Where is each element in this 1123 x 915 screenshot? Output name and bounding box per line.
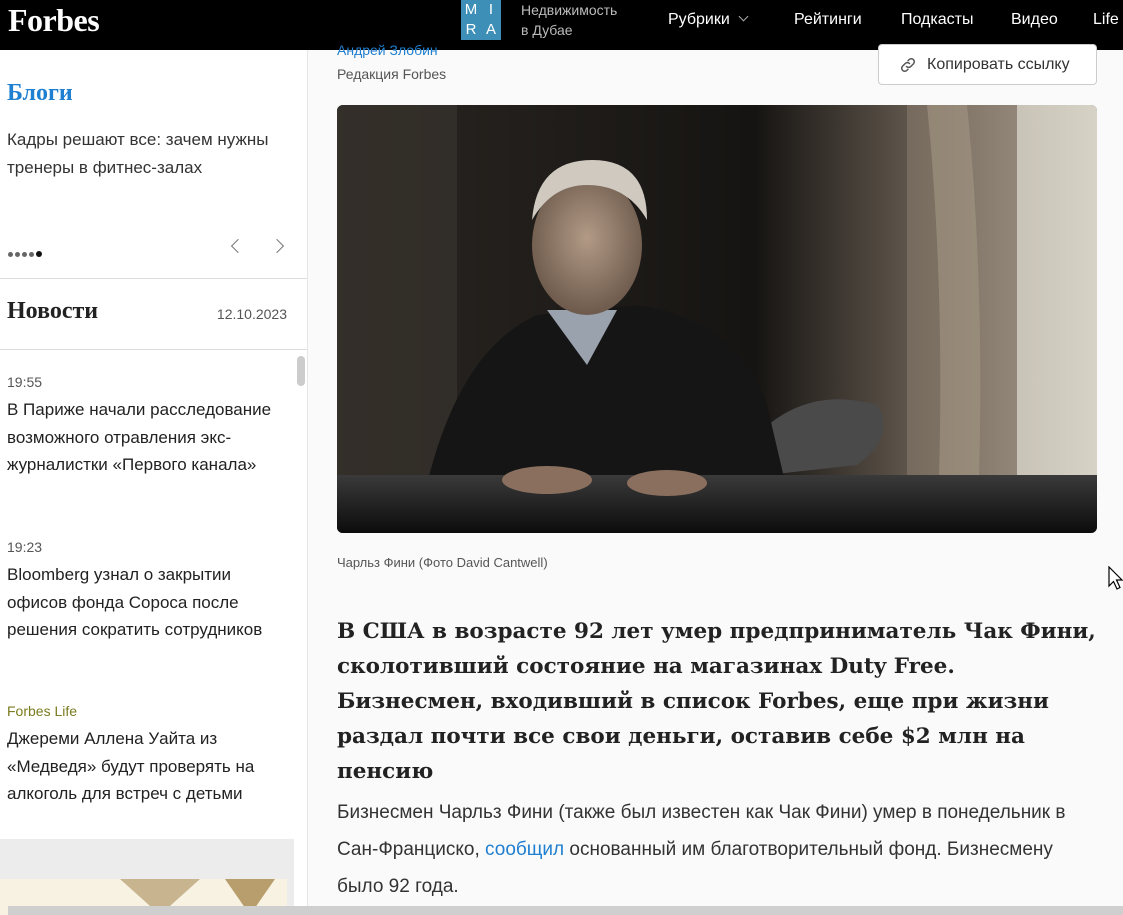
news-heading: Новости: [7, 298, 99, 324]
blog-post-link[interactable]: Кадры решают все: зачем нужны тренеры в …: [7, 126, 297, 182]
mira-logo[interactable]: M I R A: [461, 0, 501, 40]
news-date: 12.10.2023: [216, 306, 287, 322]
mira-promo-line2: в Дубае: [521, 22, 573, 38]
editorial-label: Редакция Forbes: [337, 66, 447, 82]
promo-banner[interactable]: [0, 839, 294, 915]
copy-link-button[interactable]: Копировать ссылку: [878, 44, 1097, 85]
mouse-cursor-icon: [1108, 566, 1123, 590]
news-headline[interactable]: В Париже начали расследование возможного…: [7, 396, 287, 479]
carousel-dot[interactable]: [29, 252, 34, 257]
photo-illustration: [337, 105, 1097, 533]
news-time: 19:23: [7, 539, 43, 555]
photo-caption: Чарльз Фини (Фото David Cantwell): [337, 555, 548, 570]
mira-letter: M: [464, 1, 478, 18]
forbes-logo[interactable]: Forbes: [8, 2, 100, 39]
carousel-dot-active[interactable]: [36, 251, 42, 257]
article-lead: В США в возрасте 92 лет умер предпринима…: [337, 619, 1096, 784]
divider: [0, 278, 307, 279]
carousel-dots: [8, 244, 44, 262]
article-body: Бизнесмен Чарльз Фини (также был известе…: [337, 794, 1067, 905]
carousel-dot[interactable]: [8, 252, 13, 257]
nav-item-video[interactable]: Видео: [1011, 0, 1058, 40]
carousel-dot[interactable]: [22, 252, 27, 257]
carousel-next-icon[interactable]: [269, 238, 285, 254]
link-icon: [900, 57, 916, 73]
nav-item-life[interactable]: Life: [1093, 0, 1119, 40]
mira-letter: I: [488, 1, 494, 18]
news-item[interactable]: 19:23 Bloomberg узнал о закрытии офисов …: [7, 539, 287, 644]
nav-item-podcasts[interactable]: Подкасты: [901, 0, 973, 40]
top-bar: Forbes M I R A Недвижимость в Дубае Рубр…: [0, 0, 1123, 50]
news-tag[interactable]: Forbes Life: [7, 703, 287, 719]
nav-label: Рубрики: [668, 11, 730, 28]
blogs-heading[interactable]: Блоги: [7, 80, 73, 107]
mira-promo-line1: Недвижимость: [521, 2, 618, 18]
carousel-prev-icon[interactable]: [230, 238, 246, 254]
mira-promo-link[interactable]: Недвижимость в Дубае: [521, 0, 617, 40]
news-headline[interactable]: Bloomberg узнал о закрытии офисов фонда …: [7, 561, 287, 644]
copy-link-label: Копировать ссылку: [927, 56, 1070, 73]
nav-item-rubrics[interactable]: Рубрики: [668, 0, 749, 40]
news-time: 19:55: [7, 374, 43, 390]
news-headline[interactable]: Джереми Аллена Уайта из «Медведя» будут …: [7, 725, 287, 808]
carousel-dot[interactable]: [15, 252, 20, 257]
article-main: Андрей Злобин Редакция Forbes Копировать…: [308, 42, 1123, 915]
mira-letter: R: [465, 21, 477, 38]
news-item[interactable]: 19:55 В Париже начали расследование возм…: [7, 374, 287, 479]
news-scrollbar-thumb[interactable]: [297, 356, 305, 386]
nav-item-ratings[interactable]: Рейтинги: [794, 0, 862, 40]
mira-letter: A: [485, 21, 496, 38]
author-link[interactable]: Андрей Злобин: [337, 42, 438, 58]
news-item[interactable]: Forbes Life Джереми Аллена Уайта из «Мед…: [7, 703, 287, 808]
article-photo: [337, 105, 1097, 533]
divider: [0, 349, 307, 350]
horizontal-scrollbar[interactable]: [8, 906, 1123, 915]
left-sidebar: Блоги Кадры решают все: зачем нужны трен…: [0, 50, 307, 915]
chevron-down-icon: [738, 11, 749, 22]
source-link[interactable]: сообщил: [485, 839, 564, 860]
